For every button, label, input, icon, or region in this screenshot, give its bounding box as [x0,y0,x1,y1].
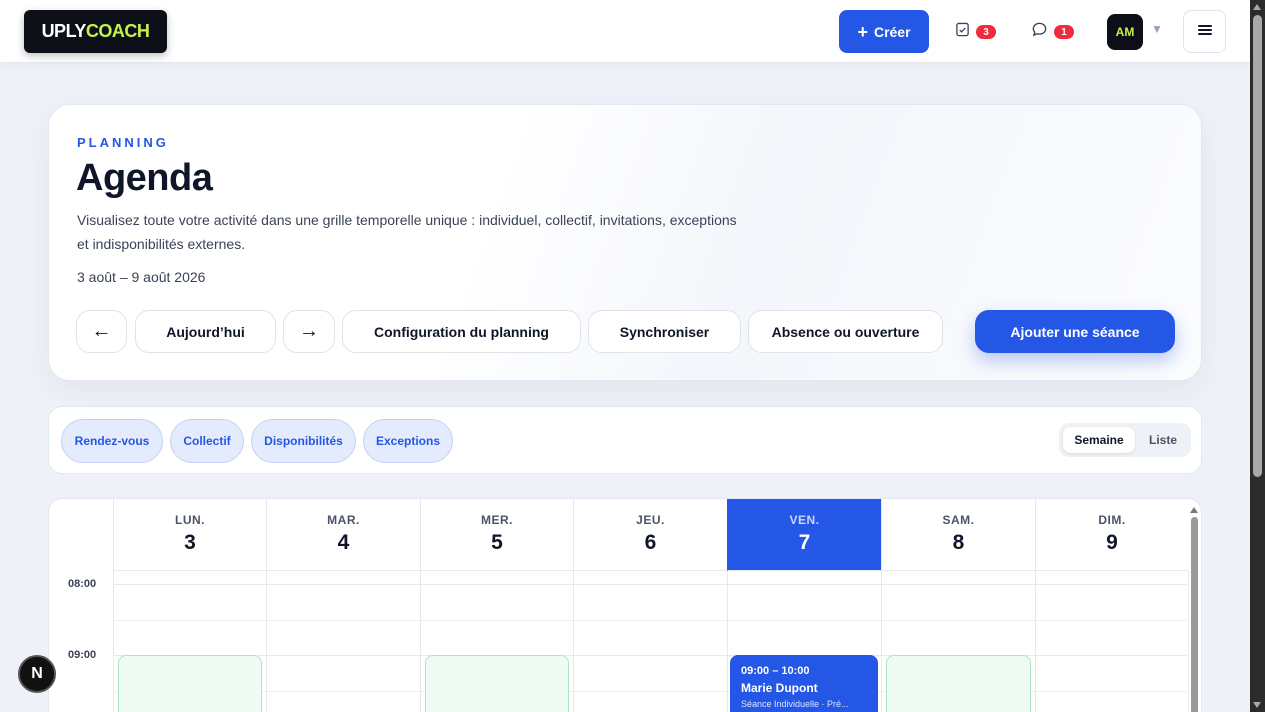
page-description: Visualisez toute votre activité dans une… [77,212,737,252]
agenda-header-card: PLANNING Agenda Visualisez toute votre a… [48,104,1202,381]
grid-column-line [1035,571,1036,712]
calendar-scroll-thumb[interactable] [1191,517,1198,712]
absence-button[interactable]: Absence ou ouverture [748,310,943,353]
availability-slot-sat[interactable] [886,655,1031,712]
event-time: 09:00 – 10:00 [741,665,810,677]
grid-column-line [1188,571,1189,712]
view-toggle: Semaine Liste [1059,423,1191,457]
day-name: SAM. [942,513,975,527]
day-name: MER. [481,513,513,527]
messages-button[interactable]: 1 [1031,18,1074,46]
grid-line [113,584,1187,585]
previous-week-button[interactable]: ← [76,310,127,353]
messages-badge: 1 [1054,25,1074,39]
day-number: 4 [337,531,350,554]
grid-line [113,620,1187,621]
filter-chip-exceptions[interactable]: Exceptions [363,419,453,463]
dev-indicator-button[interactable]: N [18,655,56,693]
day-number: 7 [798,531,811,554]
logo[interactable]: UPLY COACH [24,10,167,53]
page-title: Agenda [76,157,213,199]
day-name: MAR. [327,513,360,527]
grid-column-line [881,571,882,712]
tasks-badge: 3 [976,25,996,39]
create-button[interactable]: + Créer [839,10,929,53]
date-range: 3 août – 9 août 2026 [77,269,206,285]
top-bar: UPLY COACH + Créer 3 1 AM ▼ [0,0,1250,63]
filter-bar: Rendez-vous Collectif Disponibilités Exc… [48,406,1202,474]
day-number: 3 [184,531,196,554]
day-header-sun[interactable]: DIM. 9 [1035,499,1188,571]
page-scrollbar[interactable] [1250,0,1265,712]
filter-chip-appointments[interactable]: Rendez-vous [61,419,163,463]
filter-chip-group[interactable]: Collectif [170,419,244,463]
day-number: 5 [491,531,503,554]
calendar-scrollbar[interactable] [1190,507,1198,712]
day-name: LUN. [175,513,205,527]
chat-bubble-icon [1031,21,1048,43]
tasks-icon [955,22,970,42]
page-scroll-thumb[interactable] [1253,15,1262,477]
week-calendar: LUN. 3 MAR. 4 MER. 5 JEU. 6 VEN. 7 SAM. … [48,498,1202,712]
day-number: 9 [1106,531,1118,554]
time-label-0900: 09:00 [68,649,97,661]
availability-slot-mon[interactable] [118,655,262,712]
hamburger-icon [1197,23,1212,41]
grid-column-line [266,571,267,712]
day-name: VEN. [789,513,820,527]
calendar-event[interactable]: 09:00 – 10:00 Marie Dupont Séance Indivi… [730,655,878,712]
caret-down-icon[interactable]: ▼ [1151,22,1163,36]
section-eyebrow: PLANNING [77,135,169,150]
event-type: Séance Individuelle · Pré... [741,699,849,709]
day-header-sat[interactable]: SAM. 8 [881,499,1035,571]
scroll-up-arrow-icon[interactable] [1190,507,1198,513]
day-name: DIM. [1098,513,1126,527]
add-session-button[interactable]: Ajouter une séance [975,310,1175,353]
day-header-wed[interactable]: MER. 5 [420,499,573,571]
menu-button[interactable] [1183,10,1226,53]
view-week-option[interactable]: Semaine [1063,427,1135,453]
scroll-up-icon[interactable] [1253,4,1261,10]
today-button[interactable]: Aujourd’hui [135,310,276,353]
grid-column-line [573,571,574,712]
time-label-0800: 08:00 [68,578,97,590]
day-number: 6 [644,531,657,554]
plus-icon: + [857,21,868,42]
avatar[interactable]: AM [1107,14,1143,50]
next-week-button[interactable]: → [283,310,335,353]
view-list-option[interactable]: Liste [1139,427,1187,453]
event-client: Marie Dupont [741,681,818,695]
day-name: JEU. [636,513,665,527]
filter-chip-availability[interactable]: Disponibilités [251,419,356,463]
grid-column-line [113,571,114,712]
logo-part-2: COACH [85,21,150,41]
create-button-label: Créer [873,23,911,40]
day-number: 8 [952,531,965,554]
planning-config-button[interactable]: Configuration du planning [342,310,581,353]
day-header-tue[interactable]: MAR. 4 [266,499,420,571]
scroll-down-icon[interactable] [1253,702,1261,708]
day-header-mon[interactable]: LUN. 3 [113,499,266,571]
tasks-button[interactable]: 3 [955,18,996,46]
sync-button[interactable]: Synchroniser [588,310,741,353]
grid-column-line [420,571,421,712]
day-header-thu[interactable]: JEU. 6 [573,499,727,571]
logo-part-1: UPLY [41,21,87,41]
day-header-fri-today[interactable]: VEN. 7 [727,499,881,571]
grid-column-line [727,571,728,712]
availability-slot-wed[interactable] [425,655,569,712]
